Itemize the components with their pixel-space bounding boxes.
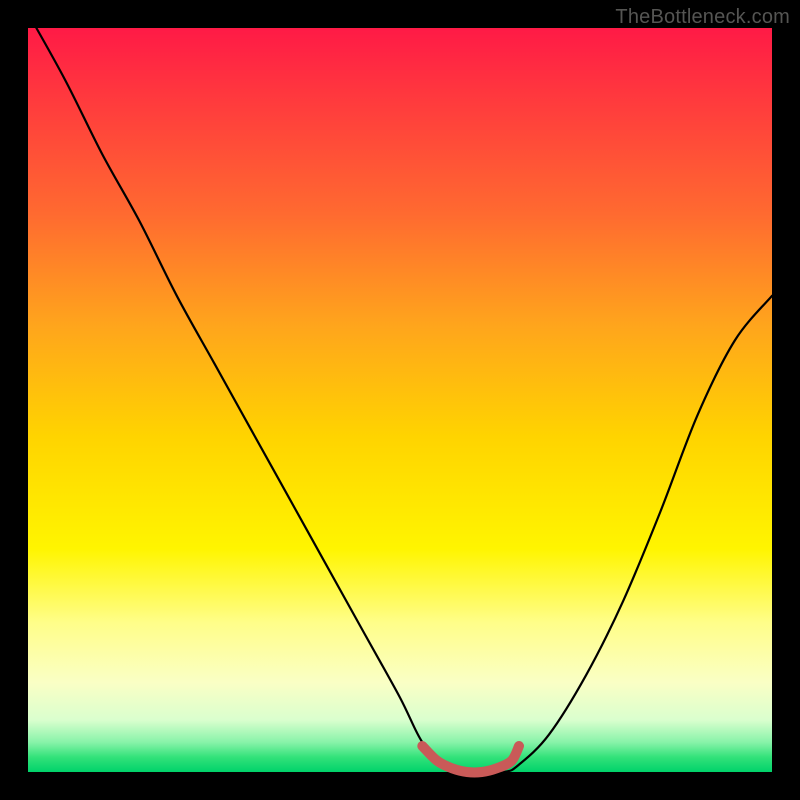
watermark-text: TheBottleneck.com [615, 6, 790, 29]
curve-svg [28, 28, 772, 772]
gradient-plot-area [28, 28, 772, 772]
bottleneck-curve [28, 13, 772, 773]
valley-marker [422, 746, 519, 772]
